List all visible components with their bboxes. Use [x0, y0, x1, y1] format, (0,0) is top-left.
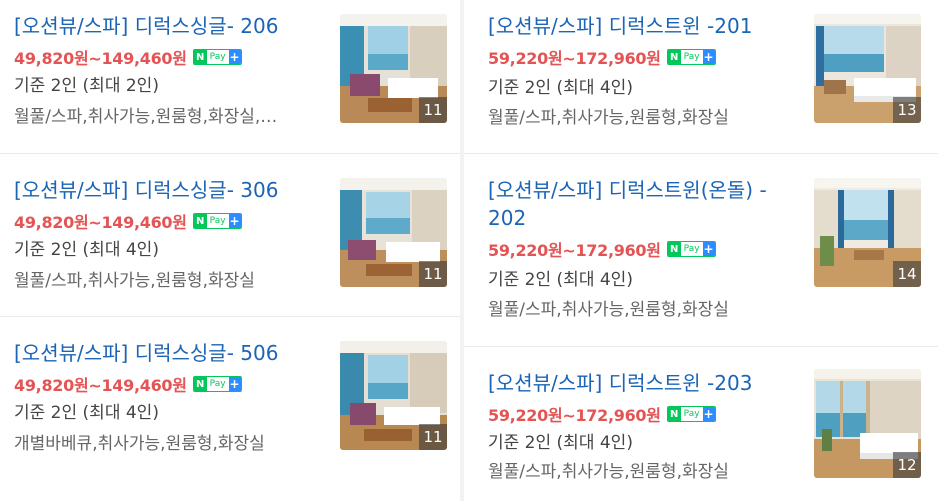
naver-pay-badge: N Pay +: [666, 241, 716, 257]
naver-pay-badge: N Pay +: [666, 49, 716, 65]
room-amenities: 월풀/스파,취사가능,원룸형,화장실,…: [14, 107, 278, 127]
room-amenities: 월풀/스파,취사가능,원룸형,화장실: [488, 462, 729, 482]
price-range: 59,220원~172,960원: [488, 49, 661, 68]
price-range: 59,220원~172,960원: [488, 406, 661, 425]
room-amenities: 월풀/스파,취사가능,원룸형,화장실: [14, 271, 255, 291]
price-row: 59,220원~172,960원 N Pay +: [488, 403, 716, 425]
naver-n-icon: N: [667, 242, 681, 256]
naver-n-icon: N: [667, 50, 681, 64]
room-listing-grid: [오션뷰/스파] 디럭스싱글- 206 49,820원~149,460원 N P…: [0, 0, 938, 501]
room-photo-thumbnail[interactable]: 12: [814, 369, 921, 478]
photo-count: 13: [893, 97, 921, 123]
price-row: 49,820원~149,460원 N Pay +: [14, 373, 242, 395]
room-photo-thumbnail[interactable]: 11: [340, 14, 447, 123]
room-amenities: 개별바베큐,취사가능,원룸형,화장실: [14, 434, 265, 454]
naver-pay-label: Pay: [209, 216, 226, 226]
room-capacity: 기준 2인 (최대 4인): [14, 240, 159, 260]
naver-pay-label: Pay: [683, 244, 700, 254]
price-row: 59,220원~172,960원 N Pay +: [488, 46, 716, 68]
room-photo-thumbnail[interactable]: 14: [814, 178, 921, 287]
room-amenities: 월풀/스파,취사가능,원룸형,화장실: [488, 300, 729, 320]
plus-icon: +: [702, 50, 715, 64]
room-card[interactable]: [오션뷰/스파] 디럭스트윈(온돌) - 202 59,220원~172,960…: [464, 154, 938, 347]
room-photo-thumbnail[interactable]: 11: [340, 341, 447, 450]
naver-n-icon: N: [193, 214, 207, 228]
room-title[interactable]: [오션뷰/스파] 디럭스트윈 -201: [488, 12, 752, 40]
plus-icon: +: [228, 50, 241, 64]
naver-n-icon: N: [193, 50, 207, 64]
room-capacity: 기준 2인 (최대 2인): [14, 76, 159, 96]
naver-pay-label: Pay: [209, 379, 226, 389]
photo-count: 14: [893, 261, 921, 287]
naver-n-icon: N: [193, 377, 207, 391]
room-capacity: 기준 2인 (최대 4인): [488, 270, 633, 290]
room-title[interactable]: [오션뷰/스파] 디럭스싱글- 506: [14, 339, 278, 367]
room-title[interactable]: [오션뷰/스파] 디럭스트윈(온돌) - 202: [488, 176, 798, 232]
room-title[interactable]: [오션뷰/스파] 디럭스싱글- 206: [14, 12, 278, 40]
room-card[interactable]: [오션뷰/스파] 디럭스싱글- 206 49,820원~149,460원 N P…: [0, 0, 460, 154]
room-card[interactable]: [오션뷰/스파] 디럭스싱글- 306 49,820원~149,460원 N P…: [0, 154, 460, 317]
room-capacity: 기준 2인 (최대 4인): [488, 78, 633, 98]
naver-pay-label: Pay: [683, 52, 700, 62]
plus-icon: +: [702, 407, 715, 421]
room-capacity: 기준 2인 (최대 4인): [14, 403, 159, 423]
price-row: 49,820원~149,460원 N Pay +: [14, 210, 242, 232]
room-photo-thumbnail[interactable]: 13: [814, 14, 921, 123]
photo-count: 11: [419, 97, 447, 123]
price-row: 59,220원~172,960원 N Pay +: [488, 238, 716, 260]
room-title[interactable]: [오션뷰/스파] 디럭스트윈 -203: [488, 369, 752, 397]
price-range: 59,220원~172,960원: [488, 241, 661, 260]
price-range: 49,820원~149,460원: [14, 213, 187, 232]
naver-pay-badge: N Pay +: [192, 213, 242, 229]
plus-icon: +: [702, 242, 715, 256]
room-card[interactable]: [오션뷰/스파] 디럭스트윈 -201 59,220원~172,960원 N P…: [464, 0, 938, 154]
photo-count: 11: [419, 424, 447, 450]
naver-pay-badge: N Pay +: [666, 406, 716, 422]
price-range: 49,820원~149,460원: [14, 49, 187, 68]
room-card[interactable]: [오션뷰/스파] 디럭스트윈 -203 59,220원~172,960원 N P…: [464, 347, 938, 501]
photo-count: 12: [893, 452, 921, 478]
naver-pay-label: Pay: [683, 409, 700, 419]
listing-column-right: [오션뷰/스파] 디럭스트윈 -201 59,220원~172,960원 N P…: [464, 0, 938, 501]
naver-pay-badge: N Pay +: [192, 376, 242, 392]
room-card[interactable]: [오션뷰/스파] 디럭스싱글- 506 49,820원~149,460원 N P…: [0, 317, 460, 501]
room-capacity: 기준 2인 (최대 4인): [488, 433, 633, 453]
price-row: 49,820원~149,460원 N Pay +: [14, 46, 242, 68]
room-title[interactable]: [오션뷰/스파] 디럭스싱글- 306: [14, 176, 278, 204]
photo-count: 11: [419, 261, 447, 287]
listing-column-left: [오션뷰/스파] 디럭스싱글- 206 49,820원~149,460원 N P…: [0, 0, 460, 501]
room-amenities: 월풀/스파,취사가능,원룸형,화장실: [488, 108, 729, 128]
plus-icon: +: [228, 214, 241, 228]
naver-n-icon: N: [667, 407, 681, 421]
room-photo-thumbnail[interactable]: 11: [340, 178, 447, 287]
plus-icon: +: [228, 377, 241, 391]
price-range: 49,820원~149,460원: [14, 376, 187, 395]
naver-pay-label: Pay: [209, 52, 226, 62]
naver-pay-badge: N Pay +: [192, 49, 242, 65]
